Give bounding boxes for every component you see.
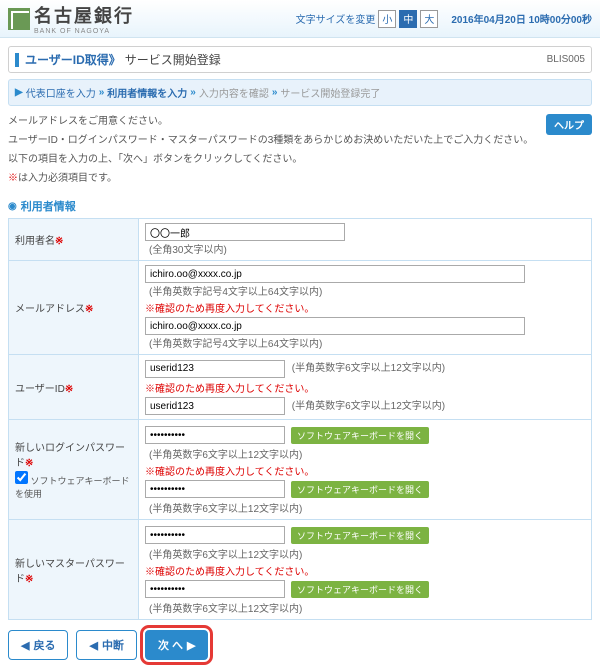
- soft-keyboard-button[interactable]: ソフトウェアキーボードを開く: [291, 527, 429, 544]
- soft-keyboard-button[interactable]: ソフトウェアキーボードを開く: [291, 481, 429, 498]
- user-info-form: 利用者名※ (全角30文字以内) メールアドレス※ (半角英数字記号4文字以上6…: [8, 218, 592, 620]
- bank-logo: 名古屋銀行 BANK OF NAGOYA: [8, 2, 134, 35]
- masterpw-input-2[interactable]: [145, 580, 285, 598]
- bank-subname: BANK OF NAGOYA: [34, 28, 134, 35]
- loginpw-confirm-msg: ※確認のため再度入力してください。: [145, 463, 585, 478]
- masterpw-input-1[interactable]: [145, 526, 285, 544]
- logo-icon: [8, 8, 30, 30]
- app-header: 名古屋銀行 BANK OF NAGOYA 文字サイズを変更 小 中 大 2016…: [0, 0, 600, 38]
- soft-keyboard-button[interactable]: ソフトウェアキーボードを開く: [291, 427, 429, 444]
- page-title-bar: ユーザーID取得 》 サービス開始登録 BLIS005: [8, 46, 592, 73]
- masterpw-confirm-msg: ※確認のため再度入力してください。: [145, 563, 585, 578]
- back-button[interactable]: ◀戻る: [8, 630, 68, 660]
- userid-input-1[interactable]: [145, 360, 285, 378]
- userid-label: ユーザーID: [15, 384, 65, 395]
- next-button[interactable]: 次 へ▶: [145, 630, 209, 660]
- chevron-right-icon: ▶: [187, 639, 195, 652]
- font-medium-button[interactable]: 中: [399, 10, 417, 28]
- loginpw-input-1[interactable]: [145, 426, 285, 444]
- username-hint: (全角30文字以内): [149, 245, 227, 256]
- instruction-3: 以下の項目を入力の上、「次へ」ボタンをクリックしてください。: [8, 152, 592, 167]
- font-small-button[interactable]: 小: [378, 10, 396, 28]
- page-title-sub: サービス開始登録: [125, 51, 221, 68]
- bank-name: 名古屋銀行: [34, 2, 134, 28]
- username-input[interactable]: [145, 223, 345, 241]
- instruction-4: ※は入力必須項目です。: [8, 171, 592, 186]
- email-label: メールアドレス: [15, 304, 85, 315]
- email-input-1[interactable]: [145, 265, 525, 283]
- cancel-button[interactable]: ◀中断: [76, 630, 136, 660]
- loginpw-input-2[interactable]: [145, 480, 285, 498]
- help-button[interactable]: ヘルプ: [546, 114, 592, 135]
- chevron-left-icon: ◀: [21, 639, 29, 652]
- breadcrumb: ▶代表口座を入力 »利用者情報を入力 »入力内容を確認 »サービス開始登録完了: [8, 79, 592, 106]
- email-confirm-msg: ※確認のため再度入力してください。: [145, 300, 585, 315]
- userid-confirm-msg: ※確認のため再度入力してください。: [145, 380, 585, 395]
- soft-keyboard-checkbox[interactable]: [15, 471, 28, 484]
- chevron-left-icon: ◀: [89, 639, 97, 652]
- soft-keyboard-button[interactable]: ソフトウェアキーボードを開く: [291, 581, 429, 598]
- instruction-1: メールアドレスをご用意ください。: [8, 114, 592, 129]
- email-input-2[interactable]: [145, 317, 525, 335]
- font-size-label: 文字サイズを変更: [296, 11, 376, 26]
- userid-input-2[interactable]: [145, 397, 285, 415]
- username-label: 利用者名: [15, 236, 55, 247]
- screen-code: BLIS005: [547, 54, 585, 65]
- datetime: 2016年04月20日 10時00分00秒: [451, 11, 592, 26]
- section-header: 利用者情報: [8, 198, 592, 214]
- font-large-button[interactable]: 大: [420, 10, 438, 28]
- instruction-2: ユーザーID・ログインパスワード・マスターパスワードの3種類をあらかじめお決めい…: [8, 133, 592, 148]
- page-title-main: ユーザーID取得: [25, 51, 109, 68]
